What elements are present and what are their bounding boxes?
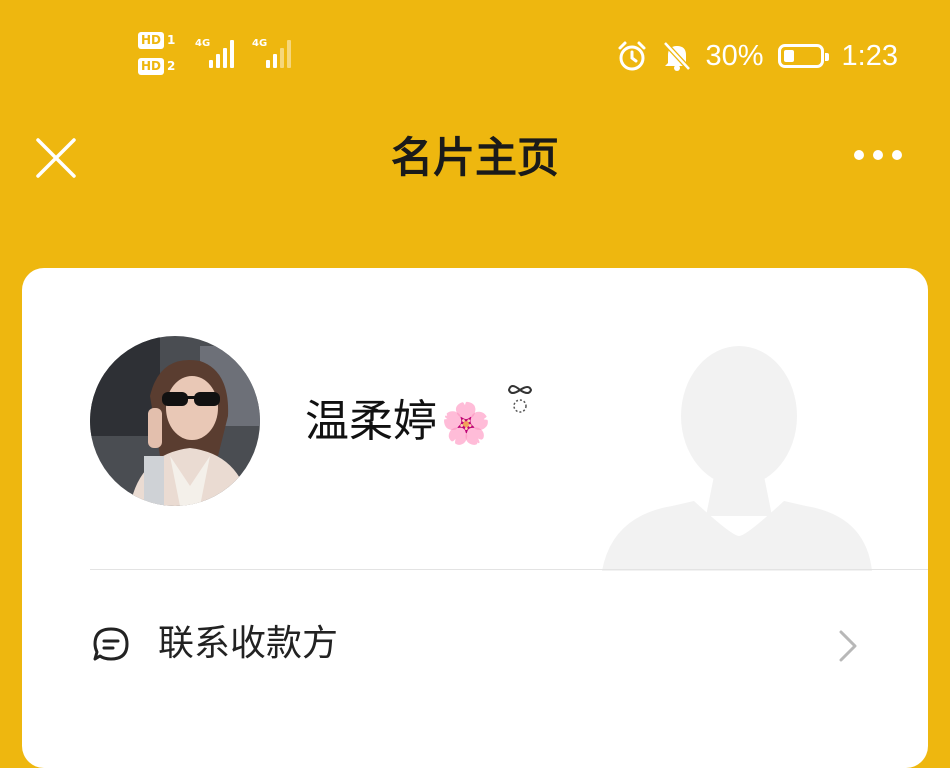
signal-strength-1-icon: 4G <box>195 38 245 68</box>
battery-percent: 30% <box>705 39 764 72</box>
name-decoration: 🌸 <box>441 401 491 447</box>
bell-muted-icon <box>662 41 691 71</box>
avatar-photo <box>90 336 260 506</box>
default-avatar-silhouette-icon <box>602 346 872 571</box>
alarm-icon <box>618 41 645 71</box>
battery-icon <box>777 44 829 68</box>
contact-payee-label: 联系收款方 <box>158 623 339 664</box>
avatar[interactable] <box>90 336 260 506</box>
hd-label: HD <box>138 57 165 75</box>
signal-strength-2-icon: 4G <box>252 38 302 68</box>
status-right: 30% 1:23 <box>616 36 898 76</box>
sim2-number: 2 <box>167 59 176 73</box>
profile-name-text: 温柔婷 <box>305 396 437 447</box>
status-bar: HD 1 HD 2 4G 4G 30% 1:23 <box>0 0 950 110</box>
profile-name: 温柔婷 🌸 <box>305 385 535 450</box>
chat-bubble-icon <box>93 627 129 661</box>
bow-icon <box>507 385 532 413</box>
more-button[interactable] <box>854 150 902 160</box>
contact-payee-row[interactable]: 联系收款方 <box>22 570 928 720</box>
hd-label: HD <box>138 31 165 49</box>
chevron-right-icon <box>839 630 857 662</box>
clock: 1:23 <box>841 39 898 72</box>
sim2-badge: HD 2 <box>138 56 186 76</box>
profile-card: 温柔婷 🌸 联系收款方 <box>22 268 928 768</box>
sim1-badge: HD 1 <box>138 30 186 50</box>
more-icon <box>854 150 864 160</box>
network-type-1: 4G <box>195 38 211 49</box>
battery-level <box>783 50 794 62</box>
sim1-number: 1 <box>167 33 176 47</box>
network-type-2: 4G <box>252 38 268 49</box>
sim-indicators: HD 1 HD 2 <box>138 30 186 82</box>
page-title: 名片主页 <box>390 133 559 182</box>
